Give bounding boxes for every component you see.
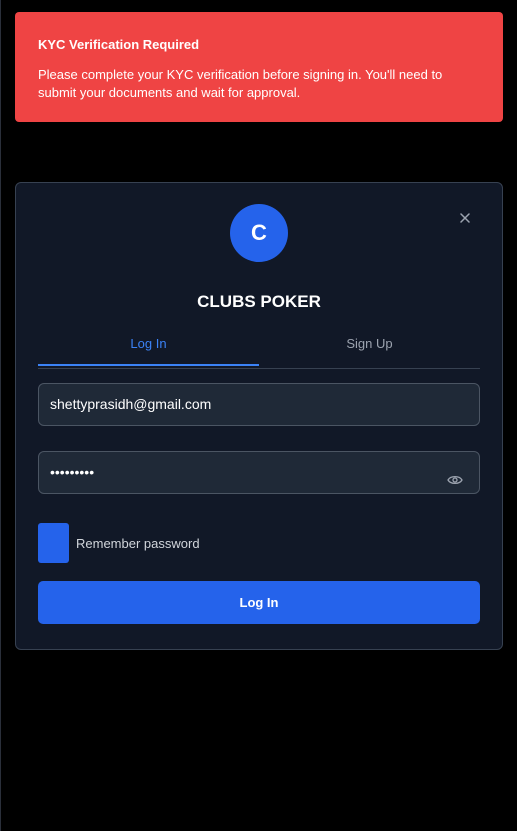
password-field[interactable]: •••••••••: [38, 451, 480, 494]
tab-log-in[interactable]: Log In: [38, 328, 259, 366]
eye-icon[interactable]: [447, 474, 463, 486]
alert-title: KYC Verification Required: [38, 37, 200, 52]
email-field[interactable]: shettyprasidh@gmail.com: [38, 383, 480, 426]
auth-tabs: Log In Sign Up: [38, 328, 480, 369]
remember-checkbox[interactable]: [38, 523, 69, 563]
login-button[interactable]: Log In: [38, 581, 480, 624]
page: KYC Verification Required Please complet…: [0, 0, 517, 831]
alert-message: Please complete your KYC verification be…: [38, 67, 443, 100]
password-value: •••••••••: [50, 464, 95, 480]
remember-row: Remember password: [38, 523, 200, 563]
email-value: shettyprasidh@gmail.com: [50, 396, 212, 412]
brand-avatar: C: [230, 204, 288, 262]
close-icon: [460, 213, 470, 223]
brand-title: CLUBS POKER: [197, 292, 321, 311]
tab-sign-up[interactable]: Sign Up: [259, 328, 480, 364]
remember-label: Remember password: [76, 535, 200, 551]
login-modal: C CLUBS POKER Log In Sign Up shettyprasi…: [15, 182, 503, 650]
kyc-alert: KYC Verification Required Please complet…: [15, 12, 503, 122]
close-button[interactable]: [454, 207, 476, 229]
